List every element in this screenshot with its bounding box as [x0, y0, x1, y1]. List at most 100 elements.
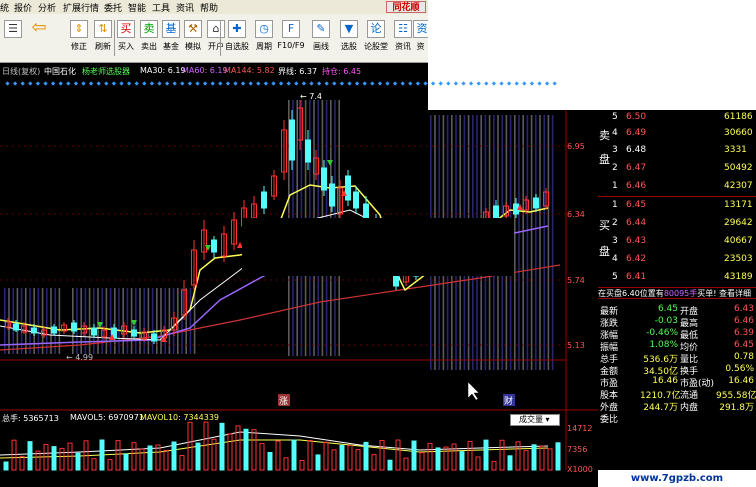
volume-bar	[187, 421, 193, 471]
sell-label: 卖	[599, 129, 610, 142]
buy-price: 6.44	[626, 218, 647, 228]
signal-diamond	[187, 81, 193, 86]
candle-body	[493, 205, 499, 219]
price-tick-label: 5.74	[567, 276, 585, 285]
sell-level-index: 1	[612, 181, 618, 191]
sell-volume: 3331	[724, 145, 747, 155]
signal-bar	[160, 288, 162, 354]
volume-bar	[307, 439, 313, 471]
stat-value: 6.45	[733, 340, 754, 350]
buy-level-index: 3	[612, 236, 618, 246]
volume-bar	[283, 457, 289, 471]
rise-marker-label: 涨	[279, 396, 288, 407]
signal-diamond	[195, 81, 200, 86]
signal-diamond	[430, 81, 436, 86]
candle-body	[131, 329, 137, 337]
orderbook-divider	[598, 196, 756, 197]
signal-bar	[522, 115, 524, 370]
candle-body	[13, 323, 19, 331]
volume-tick-label: 7356	[567, 445, 587, 454]
volume-bar	[75, 452, 81, 471]
chevron-down-icon: ▾	[545, 415, 550, 424]
signal-diamond	[415, 81, 421, 86]
signal-diamond	[354, 81, 360, 86]
signal-diamond	[377, 81, 383, 86]
buy-level-index: 5	[612, 272, 618, 282]
stock-software-window: 统 报价 分析 扩展行情 委托 智能 工具 资讯 帮助 同花顺 ☰ ⇦ ⇕ 修正 …	[0, 0, 756, 487]
signal-diamond	[43, 81, 48, 86]
signal-diamond	[278, 81, 284, 86]
signal-diamond	[104, 81, 109, 86]
mavol5-value: MAVOL5: 6970971	[70, 413, 144, 422]
signal-bar	[147, 288, 150, 354]
sell-price: 6.50	[626, 112, 647, 122]
volume-bar	[339, 444, 345, 471]
stat-label: 内盘	[680, 403, 699, 413]
volume-bar	[443, 446, 449, 471]
volume-bar	[531, 444, 537, 471]
volume-bar	[347, 445, 353, 471]
signal-diamond	[484, 81, 489, 86]
signal-diamond	[66, 81, 71, 86]
site-watermark: www.7gpzb.com	[598, 470, 756, 487]
signal-diamond	[28, 81, 33, 86]
indicator-selector[interactable]: 成交量 ▾	[510, 414, 560, 426]
buy-level-index: 4	[612, 254, 618, 264]
signal-diamond	[134, 81, 139, 86]
signal-diamond	[537, 81, 542, 86]
signal-diamond	[142, 81, 147, 86]
signal-diamond	[126, 81, 132, 86]
signal-bar	[535, 115, 537, 370]
volume-bar	[483, 439, 489, 471]
signal-diamond	[476, 81, 481, 86]
volume-bar	[507, 455, 513, 471]
big-order-alert[interactable]: 在买盘6.40位置有80095手买单! 查看详细	[598, 287, 756, 299]
volume-bar	[523, 450, 529, 471]
signal-diamond	[347, 81, 352, 86]
buy-price: 6.41	[626, 272, 647, 282]
price-tick-label: 6.95	[567, 142, 585, 151]
signal-diamond	[73, 81, 79, 86]
volume-bar	[539, 445, 545, 471]
signal-diamond	[370, 81, 375, 86]
volume-bar	[419, 452, 425, 471]
signal-diamond	[157, 81, 162, 86]
buy-price: 6.43	[626, 236, 647, 246]
signal-diamond	[180, 81, 185, 86]
volume-bar	[427, 442, 433, 471]
signal-bar	[80, 288, 82, 354]
signal-diamond	[522, 81, 527, 86]
sell-level-index: 3	[612, 145, 618, 155]
signal-bar	[105, 288, 108, 354]
volume-bar	[147, 445, 153, 471]
volume-bar	[259, 443, 265, 471]
candle-body	[305, 139, 311, 163]
signal-bar	[164, 288, 166, 354]
volume-bar	[115, 440, 121, 471]
candle-body	[329, 183, 335, 207]
candle-body	[533, 197, 539, 209]
volume-bar	[99, 439, 105, 471]
alert-text: 买单! 查看详细	[697, 289, 752, 298]
volume-bar	[11, 439, 17, 471]
volume-bar	[459, 451, 465, 471]
signal-bar	[530, 115, 533, 370]
signal-bar	[189, 288, 192, 354]
signal-diamond	[385, 81, 390, 86]
signal-diamond	[256, 81, 261, 86]
signal-diamond	[149, 81, 155, 86]
volume-bar	[515, 441, 521, 471]
signal-bar	[168, 288, 171, 354]
candle-body	[51, 326, 57, 334]
volume-bar	[139, 448, 145, 471]
volume-bar	[435, 447, 441, 471]
signal-diamond	[552, 81, 557, 86]
signal-diamond	[50, 81, 56, 86]
volume-bar	[355, 449, 361, 471]
candle-body	[289, 119, 295, 161]
sell-level-index: 5	[612, 112, 618, 122]
volume-tick-label: X1000	[567, 465, 593, 474]
volume-bar	[467, 440, 473, 471]
sell-volume: 61186	[724, 112, 753, 122]
signal-bar	[551, 115, 554, 370]
